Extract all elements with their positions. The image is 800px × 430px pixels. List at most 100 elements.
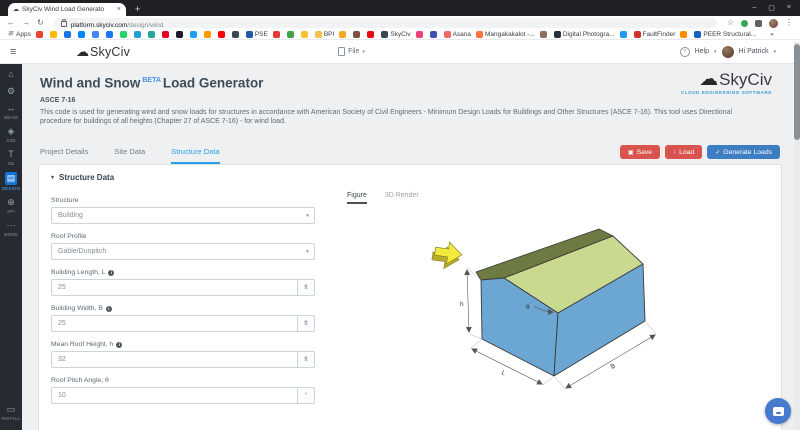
url-path: /design/wind (127, 22, 163, 29)
sidebar-item[interactable]: ⊕ API (0, 197, 22, 214)
sidebar-item-label: SB (0, 161, 22, 166)
bookmark-item[interactable] (339, 31, 348, 38)
bookmark-item[interactable]: ⊞ Apps (7, 31, 31, 38)
bookmark-item[interactable] (148, 31, 157, 38)
skyciv-logo[interactable]: ☁ SkyCiv (76, 45, 130, 59)
file-menu[interactable]: File ▾ (338, 47, 365, 56)
bookmark-item[interactable]: Mangakakalot -... (476, 31, 535, 38)
sidebar-item[interactable]: ⋯ MORE (0, 220, 22, 237)
field-control[interactable]: 10 ° (51, 387, 315, 404)
bookmark-item[interactable] (301, 31, 310, 38)
new-tab-button[interactable]: + (135, 4, 140, 14)
generate-loads-button[interactable]: ✓ Generate Loads (707, 145, 780, 159)
back-icon[interactable]: ← (7, 19, 15, 27)
bookmark-item[interactable] (367, 31, 376, 38)
forward-icon[interactable]: → (22, 19, 30, 27)
bookmark-item[interactable] (134, 31, 143, 38)
bookmark-item[interactable] (92, 31, 101, 38)
bookmark-favicon (190, 31, 197, 38)
dimension-label-theta: θ (526, 304, 530, 311)
user-menu[interactable]: Hi Patrick (739, 48, 769, 55)
window-maximize-button[interactable]: ▢ (768, 4, 775, 12)
field-control[interactable]: 25 ft (51, 279, 315, 296)
page-scrollbar[interactable] (794, 42, 800, 430)
window-minimize-button[interactable]: – (752, 4, 756, 12)
bookmark-item[interactable] (36, 31, 45, 38)
bookmark-favicon (416, 31, 423, 38)
bookmark-item[interactable] (416, 31, 425, 38)
bookmark-item[interactable] (218, 31, 227, 38)
sidebar-item[interactable]: ⚙ (0, 86, 22, 97)
url-bar[interactable]: platform.skyciv.com/design/wind (54, 18, 717, 28)
bookmark-item[interactable]: » (761, 31, 774, 38)
browser-profile-avatar[interactable] (769, 19, 778, 28)
bookmark-item[interactable] (106, 31, 115, 38)
field-control[interactable]: Building ▾ (51, 207, 315, 224)
bookmark-item[interactable]: PEER Structural... (694, 31, 756, 38)
section-header[interactable]: ▾ Structure Data (51, 173, 769, 182)
bookmark-item[interactable] (78, 31, 87, 38)
bookmark-item[interactable] (204, 31, 213, 38)
bookmark-item[interactable] (190, 31, 199, 38)
bookmark-item[interactable] (287, 31, 296, 38)
page-tab[interactable]: Project Details (40, 147, 88, 164)
hamburger-menu-icon[interactable]: ≡ (10, 46, 26, 58)
chat-bubble-button[interactable] (765, 398, 791, 424)
tab-close-icon[interactable]: × (117, 6, 121, 13)
window-close-button[interactable]: × (787, 4, 791, 12)
bookmark-favicon (246, 31, 253, 38)
info-icon[interactable]: i (116, 342, 122, 348)
page-tabs-row: Project Details Site Data Structure Data… (22, 140, 794, 164)
bookmark-item[interactable]: Asana (444, 31, 471, 38)
sidebar-item[interactable]: ◈ S3D (0, 126, 22, 143)
save-button[interactable]: ▣ Save (620, 145, 660, 159)
extensions-puzzle-icon[interactable] (755, 20, 762, 27)
sidebar-item-install[interactable]: ▭ INSTALL (0, 404, 22, 421)
scrollbar-thumb[interactable] (794, 44, 800, 140)
info-icon[interactable]: i (108, 270, 114, 276)
sidebar-item[interactable]: ⌂ (0, 69, 22, 80)
field-control[interactable]: Gable/Duopitch ▾ (51, 243, 315, 260)
bookmark-item[interactable] (232, 31, 241, 38)
bookmark-item[interactable] (162, 31, 171, 38)
figure-tab[interactable]: 3D Render (385, 192, 419, 204)
bookmark-item[interactable] (176, 31, 185, 38)
figure-tab[interactable]: Figure (347, 192, 367, 204)
sidebar-item[interactable]: ↔ BEAM (0, 103, 22, 120)
load-button[interactable]: ↓ Load (665, 145, 702, 159)
bookmark-item[interactable] (353, 31, 362, 38)
field-control[interactable]: 25 ft (51, 315, 315, 332)
page-tab[interactable]: Site Data (114, 147, 145, 164)
bookmark-item[interactable] (64, 31, 73, 38)
bookmark-item[interactable] (120, 31, 129, 38)
sidebar-item-icon: ⋯ (0, 220, 22, 231)
bookmark-star-icon[interactable]: ☆ (727, 19, 734, 27)
bookmark-item[interactable] (430, 31, 439, 38)
bookmark-item[interactable] (620, 31, 629, 38)
bookmark-label: Asana (453, 31, 471, 38)
page-tab[interactable]: Structure Data (171, 147, 219, 164)
bookmark-item[interactable]: PSE (246, 31, 268, 38)
user-avatar[interactable] (722, 46, 734, 58)
field-control[interactable]: 32 ft (51, 351, 315, 368)
install-label: INSTALL (0, 416, 22, 421)
sidebar-item[interactable]: ▤ DESIGN (0, 172, 22, 191)
field-value: 32 (52, 352, 297, 367)
chevron-down-icon: ▾ (362, 49, 365, 55)
extension-icon[interactable] (741, 20, 748, 27)
info-icon[interactable]: i (106, 306, 112, 312)
bookmark-item[interactable]: BPI (315, 31, 334, 38)
help-icon: ? (680, 47, 690, 57)
bookmark-item[interactable] (50, 31, 59, 38)
bookmark-item[interactable] (540, 31, 549, 38)
bookmark-item[interactable]: FaultFinder (634, 31, 676, 38)
bookmark-item[interactable] (273, 31, 282, 38)
bookmark-item[interactable]: Digital Photogra... (554, 31, 615, 38)
browser-menu-icon[interactable]: ⋮ (785, 19, 793, 27)
bookmark-item[interactable]: SkyCiv (381, 31, 410, 38)
bookmark-item[interactable] (680, 31, 689, 38)
help-menu[interactable]: Help (695, 48, 709, 55)
bookmark-favicon (476, 31, 483, 38)
sidebar-item[interactable]: T SB (0, 149, 22, 166)
reload-icon[interactable]: ↻ (37, 19, 44, 27)
